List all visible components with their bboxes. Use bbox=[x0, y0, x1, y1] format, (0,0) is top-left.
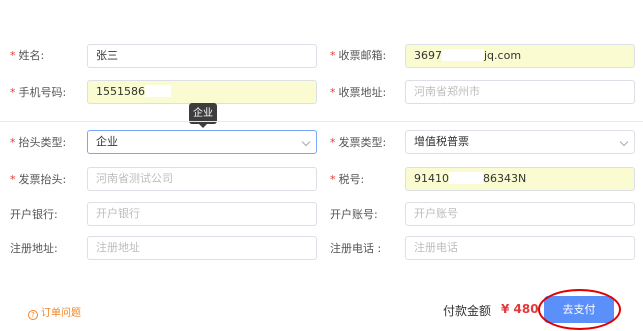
reg-address-label: 注册地址: bbox=[10, 242, 58, 255]
total-label: 付款金额 bbox=[443, 304, 492, 318]
phone-label: * 手机号码: bbox=[10, 86, 67, 99]
invoice-title-label: * 发票抬头: bbox=[10, 173, 67, 186]
account-label: 开户账号: bbox=[330, 208, 378, 221]
title-type-label: * 抬头类型: bbox=[10, 136, 67, 149]
email-input[interactable]: 3697 jq.com bbox=[405, 44, 635, 68]
tax-number-input[interactable]: 91410 86343N bbox=[405, 167, 635, 191]
chevron-down-icon bbox=[301, 137, 311, 147]
question-circle-icon: ? bbox=[28, 310, 38, 320]
address-input[interactable]: 河南省郑州市 bbox=[405, 80, 635, 104]
invoice-type-select[interactable]: 增值税普票 bbox=[405, 130, 635, 154]
title-type-select[interactable]: 企业 bbox=[87, 130, 317, 154]
reg-address-input[interactable]: 注册地址 bbox=[87, 236, 317, 260]
tax-number-label: * 税号: bbox=[330, 173, 365, 186]
chevron-down-icon bbox=[619, 137, 629, 147]
bank-input[interactable]: 开户银行 bbox=[87, 202, 317, 226]
account-input[interactable]: 开户账号 bbox=[405, 202, 635, 226]
email-label: * 收票邮箱: bbox=[330, 49, 387, 62]
pay-button-highlight bbox=[538, 289, 621, 330]
phone-input[interactable]: 1551586 bbox=[87, 80, 317, 104]
reg-phone-input[interactable]: 注册电话 bbox=[405, 236, 635, 260]
invoice-title-input[interactable]: 河南省测试公司 bbox=[87, 167, 317, 191]
name-label: * 姓名: bbox=[10, 49, 45, 62]
order-question-link[interactable]: ? 订单问题 bbox=[28, 304, 81, 320]
address-label: * 收票地址: bbox=[330, 86, 387, 99]
name-input[interactable]: 张三 bbox=[87, 44, 317, 68]
reg-phone-label: 注册电话 : bbox=[330, 242, 382, 255]
section-divider bbox=[0, 121, 643, 122]
total-amount: ¥ 480 bbox=[501, 302, 539, 316]
bank-label: 开户银行: bbox=[10, 208, 58, 221]
invoice-type-label: * 发票类型: bbox=[330, 136, 387, 149]
